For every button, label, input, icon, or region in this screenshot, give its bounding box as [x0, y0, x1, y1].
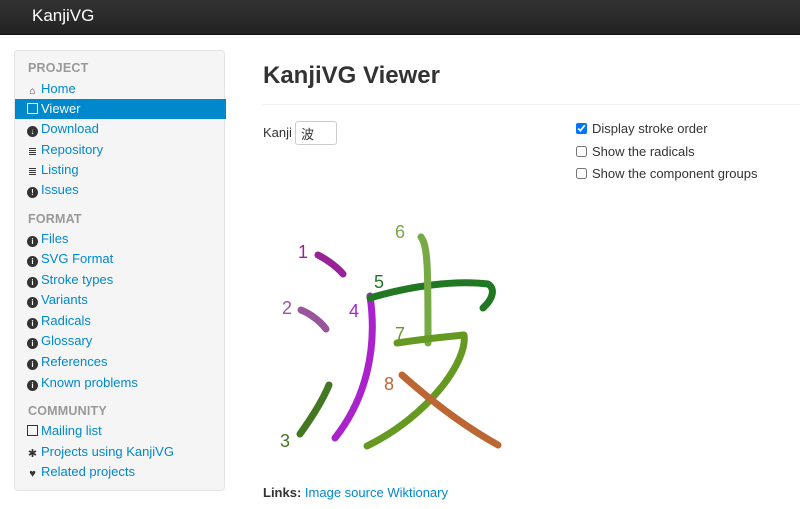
- info-icon: i: [27, 236, 38, 247]
- sidebar-item-projects-using[interactable]: ✱ Projects using KanjiVG: [15, 442, 226, 462]
- sidebar-item-download[interactable]: ↓ Download: [15, 119, 226, 139]
- nav-header-format: FORMAT: [28, 212, 82, 226]
- stroke-number-2: 2: [282, 298, 292, 318]
- sidebar: PROJECT ⌂ Home Viewer ↓ Download ≣ Reposito…: [14, 50, 226, 491]
- asterisk-icon: ✱: [27, 448, 38, 460]
- brand-link[interactable]: KanjiVG: [32, 6, 94, 26]
- sidebar-item-home[interactable]: ⌂ Home: [15, 79, 226, 99]
- nav-header-community: COMMUNITY: [28, 404, 107, 418]
- page-title: KanjiVG Viewer: [263, 62, 440, 89]
- wiktionary-link[interactable]: Wiktionary: [387, 485, 448, 500]
- option-show-component-groups[interactable]: Show the component groups: [576, 166, 758, 181]
- sidebar-item-listing[interactable]: ≣ Listing: [15, 160, 226, 180]
- stroke-3: [296, 381, 333, 438]
- sidebar-item-viewer[interactable]: Viewer: [15, 99, 226, 119]
- sidebar-item-stroke-types[interactable]: i Stroke types: [15, 270, 226, 290]
- stroke-number-3: 3: [280, 431, 290, 451]
- sidebar-item-repository[interactable]: ≣ Repository: [15, 140, 226, 160]
- option-show-radicals[interactable]: Show the radicals: [576, 144, 695, 159]
- list-icon: ≣: [27, 146, 38, 158]
- image-source-link[interactable]: Image source: [305, 485, 384, 500]
- sidebar-item-variants[interactable]: i Variants: [15, 290, 226, 310]
- stroke-number-6: 6: [395, 222, 405, 242]
- kanji-stroke-diagram: 1 2 3 4 5 6 7 8: [280, 222, 502, 451]
- kanji-input[interactable]: [295, 121, 337, 145]
- navbar: KanjiVG: [0, 0, 800, 35]
- kanji-label: Kanji: [263, 125, 292, 140]
- links-label: Links:: [263, 485, 302, 500]
- info-icon: i: [27, 277, 38, 288]
- info-icon: i: [27, 297, 38, 308]
- info-icon: i: [27, 256, 38, 267]
- show-radicals-checkbox[interactable]: [576, 146, 587, 157]
- stroke-number-1: 1: [298, 242, 308, 262]
- stroke-2: [297, 306, 330, 333]
- book-icon: [27, 425, 38, 436]
- sidebar-item-references[interactable]: i References: [15, 352, 226, 372]
- info-icon: i: [27, 380, 38, 391]
- sidebar-item-files[interactable]: i Files: [15, 229, 226, 249]
- stroke-1: [314, 251, 347, 278]
- sidebar-item-svg-format[interactable]: i SVG Format: [15, 249, 226, 269]
- title-divider: [263, 104, 800, 105]
- info-icon: i: [27, 338, 38, 349]
- info-icon: i: [27, 359, 38, 370]
- links-bar: Links: Image source Wiktionary: [263, 485, 448, 500]
- stroke-number-7: 7: [395, 324, 405, 344]
- sidebar-item-known-problems[interactable]: i Known problems: [15, 373, 226, 393]
- picture-icon: [27, 103, 38, 114]
- sidebar-item-glossary[interactable]: i Glossary: [15, 331, 226, 351]
- list-icon: ≣: [27, 166, 38, 178]
- download-icon: ↓: [27, 126, 38, 137]
- stroke-6: [417, 233, 432, 347]
- sidebar-item-related-projects[interactable]: ♥ Related projects: [15, 462, 226, 482]
- option-display-stroke-order[interactable]: Display stroke order: [576, 121, 708, 136]
- nav-header-project: PROJECT: [28, 61, 89, 75]
- stroke-number-5: 5: [374, 272, 384, 292]
- show-component-groups-checkbox[interactable]: [576, 168, 587, 179]
- heart-icon: ♥: [29, 468, 36, 480]
- display-stroke-order-checkbox[interactable]: [576, 123, 587, 134]
- info-icon: i: [27, 318, 38, 329]
- sidebar-item-mailing-list[interactable]: Mailing list: [15, 421, 226, 441]
- stroke-number-4: 4: [349, 301, 359, 321]
- exclamation-icon: !: [27, 187, 38, 198]
- stroke-number-8: 8: [384, 374, 394, 394]
- home-icon: ⌂: [29, 86, 36, 97]
- sidebar-item-radicals[interactable]: i Radicals: [15, 311, 226, 331]
- sidebar-item-issues[interactable]: ! Issues: [15, 180, 226, 200]
